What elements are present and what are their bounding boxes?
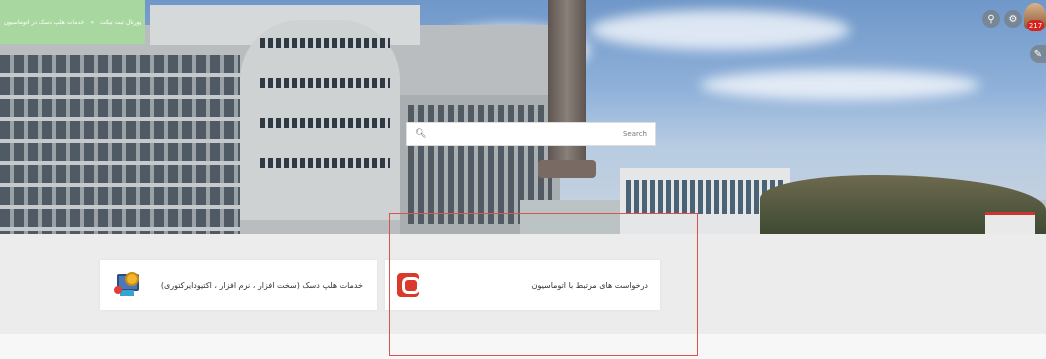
breadcrumb-item-ticket-portal[interactable]: پورتال ثبت تیکت xyxy=(100,19,141,26)
building-round xyxy=(240,20,400,220)
edit-icon[interactable]: ✎ xyxy=(1030,45,1046,63)
search-input[interactable]: Search xyxy=(623,130,647,138)
settings-icon[interactable]: ⚙ xyxy=(1004,10,1022,28)
breadcrumb-separator: » xyxy=(90,18,94,26)
tower-cap xyxy=(538,160,596,178)
hero-banner xyxy=(0,0,1046,234)
breadcrumb: پورتال ثبت تیکت » خدمات هلپ دسک در اتوما… xyxy=(0,0,145,44)
search-icon[interactable]: 🔍︎ xyxy=(415,129,426,139)
helpdesk-icon xyxy=(114,272,139,298)
service-title-helpdesk: خدمات هلپ دسک (سخت افزار ، نرم افزار ، ا… xyxy=(160,280,363,290)
building-facade xyxy=(0,55,240,234)
highlight-box xyxy=(389,213,698,356)
sign xyxy=(985,212,1035,234)
search-bar[interactable]: 🔍︎ Search xyxy=(406,122,656,146)
cloud xyxy=(590,10,850,50)
breadcrumb-item-helpdesk[interactable]: خدمات هلپ دسک در اتوماسیون xyxy=(4,19,85,26)
service-card-helpdesk[interactable]: خدمات هلپ دسک (سخت افزار ، نرم افزار ، ا… xyxy=(100,260,377,310)
search-icon[interactable]: ⚲ xyxy=(982,10,1000,28)
cloud xyxy=(700,70,980,100)
notification-badge[interactable]: 217 xyxy=(1027,20,1044,31)
